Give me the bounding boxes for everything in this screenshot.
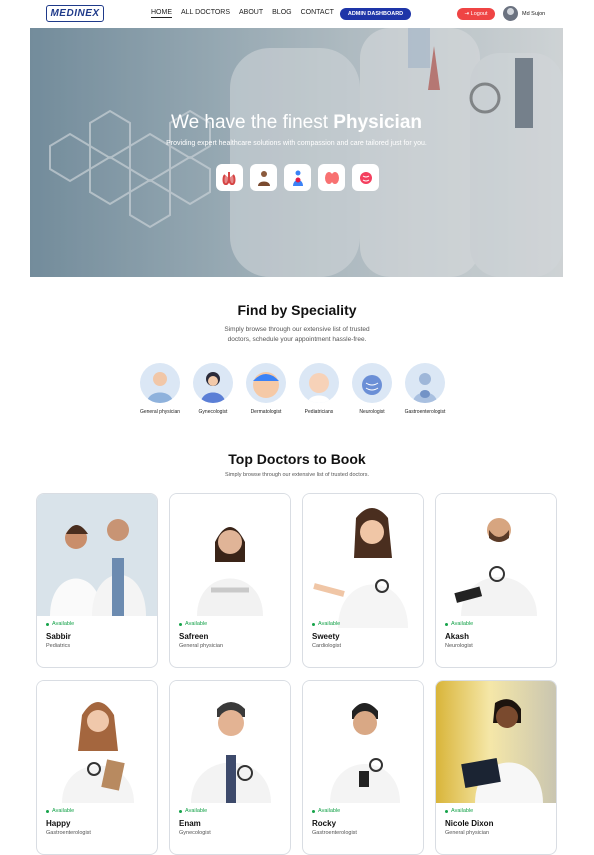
doctor-speciality: Pediatrics (46, 643, 71, 649)
hero-overlay (30, 28, 563, 277)
doctor-card[interactable]: Available Safreen General physician (169, 493, 291, 668)
pediatricians-icon (299, 363, 339, 403)
nav-links: HOME ALL DOCTORS ABOUT BLOG CONTACT (151, 9, 334, 18)
availability-badge: Available (46, 621, 74, 627)
speciality-subtitle-2: doctors, schedule your appointment hassl… (227, 336, 367, 343)
speciality-pediatricians[interactable]: Pediatricians (298, 363, 340, 415)
doctor-name: Akash (445, 632, 470, 641)
doctor-photo (37, 681, 157, 803)
top-doctors-subtitle: Simply browse through our extensive list… (225, 472, 369, 478)
doctor-photo (436, 681, 556, 803)
doctor-name: Safreen (179, 632, 209, 641)
doctor-speciality: Gastroenterologist (46, 830, 91, 836)
doctor-name: Sweety (312, 632, 340, 641)
doctor-info: Available Nicole Dixon General physician (445, 808, 493, 836)
availability-badge: Available (445, 621, 473, 627)
doctor-info: Available Sweety Cardiologist (312, 621, 341, 649)
speciality-label: General physician (139, 409, 181, 415)
doctor-grid: Available Sabbir Pediatrics Available Safre… (36, 493, 557, 855)
doctor-speciality: General physician (445, 830, 490, 836)
hero-speciality-icons (216, 164, 379, 191)
speciality-label: Pediatricians (304, 409, 334, 415)
hero-title: We have the finest Physician (170, 112, 423, 133)
kidney-icon[interactable] (318, 164, 345, 191)
speciality-gastroenterologist[interactable]: Gastroenterologist (404, 363, 446, 415)
doctor-card[interactable]: Available Rocky Gastroenterologist (302, 680, 424, 855)
doctor-photo (303, 681, 423, 803)
doctor-info: Available Happy Gastroenterologist (46, 808, 91, 836)
gynecologist-icon (193, 363, 233, 403)
doctor-photo (37, 494, 157, 616)
avatar (503, 6, 518, 21)
neurologist-icon (352, 363, 392, 403)
doctor-speciality: General physician (179, 643, 224, 649)
doctor-info: Available Rocky Gastroenterologist (312, 808, 357, 836)
general-physician-icon (140, 363, 180, 403)
availability-badge: Available (445, 808, 493, 814)
doctor-card[interactable]: Available Enam Gynecologist (169, 680, 291, 855)
logout-button[interactable]: ⇥ Logout (457, 8, 495, 20)
nav-all-doctors[interactable]: ALL DOCTORS (181, 9, 230, 18)
speciality-neurologist[interactable]: Neurologist (351, 363, 393, 415)
doctor-info: Available Akash Neurologist (445, 621, 473, 649)
speciality-label: Gynecologist (198, 409, 228, 415)
user-menu[interactable]: Md Sujon (503, 6, 545, 21)
admin-dashboard-button[interactable]: ADMIN DASHBOARD (340, 8, 411, 20)
body-organs-icon[interactable] (284, 164, 311, 191)
hero-banner: We have the finest Physician Providing e… (30, 28, 563, 277)
lungs-icon[interactable] (216, 164, 243, 191)
doctor-info: Available Safreen General physician (179, 621, 223, 649)
speciality-list: General physician Gynecologist Dermatolo… (139, 363, 446, 415)
doctor-card[interactable]: Available Sabbir Pediatrics (36, 493, 158, 668)
doctor-card[interactable]: Available Sweety Cardiologist (302, 493, 424, 668)
speciality-general-physician[interactable]: General physician (139, 363, 181, 415)
speciality-label: Dermatologist (250, 409, 282, 415)
availability-badge: Available (179, 808, 211, 814)
nav-about[interactable]: ABOUT (239, 9, 263, 18)
hero-subtitle: Providing expert healthcare solutions wi… (166, 140, 427, 147)
speciality-title: Find by Speciality (237, 302, 357, 318)
doctor-card[interactable]: Available Happy Gastroenterologist (36, 680, 158, 855)
doctor-name: Sabbir (46, 632, 71, 641)
doctor-icon[interactable] (250, 164, 277, 191)
nav-contact[interactable]: CONTACT (301, 9, 334, 18)
speciality-gynecologist[interactable]: Gynecologist (192, 363, 234, 415)
doctor-info: Available Sabbir Pediatrics (46, 621, 74, 649)
doctor-speciality: Cardiologist (312, 643, 342, 649)
navbar: MEDINEX HOME ALL DOCTORS ABOUT BLOG CONT… (0, 0, 594, 28)
speciality-dermatologist[interactable]: Dermatologist (245, 363, 287, 415)
top-doctors-title: Top Doctors to Book (228, 451, 366, 467)
availability-badge: Available (179, 621, 223, 627)
user-name: Md Sujon (522, 10, 546, 17)
doctor-photo (436, 494, 556, 616)
doctor-card[interactable]: Available Akash Neurologist (435, 493, 557, 668)
doctor-photo (170, 681, 290, 803)
doctor-name: Nicole Dixon (445, 819, 494, 828)
doctor-info: Available Enam Gynecologist (179, 808, 211, 836)
speciality-subtitle-1: Simply browse through our extensive list… (224, 326, 370, 333)
doctor-speciality: Neurologist (445, 643, 473, 649)
availability-badge: Available (46, 808, 91, 814)
nav-home[interactable]: HOME (151, 9, 172, 18)
doctor-photo (303, 494, 423, 628)
speciality-label: Gastroenterologist (404, 409, 446, 415)
dermatologist-icon (246, 363, 286, 403)
doctor-speciality: Gastroenterologist (312, 830, 357, 836)
doctor-speciality: Gynecologist (179, 830, 211, 836)
doctor-photo (170, 494, 290, 616)
logo[interactable]: MEDINEX (46, 5, 104, 22)
doctor-name: Happy (46, 819, 71, 828)
doctor-card[interactable]: Available Nicole Dixon General physician (435, 680, 557, 855)
nav-blog[interactable]: BLOG (272, 9, 291, 18)
gastroenterologist-icon (405, 363, 445, 403)
availability-badge: Available (312, 621, 341, 627)
doctor-name: Enam (179, 819, 201, 828)
logout-label: Logout (470, 11, 488, 17)
availability-badge: Available (312, 808, 357, 814)
speciality-label: Neurologist (359, 409, 385, 415)
brain-icon[interactable] (352, 164, 379, 191)
doctor-name: Rocky (312, 819, 337, 828)
